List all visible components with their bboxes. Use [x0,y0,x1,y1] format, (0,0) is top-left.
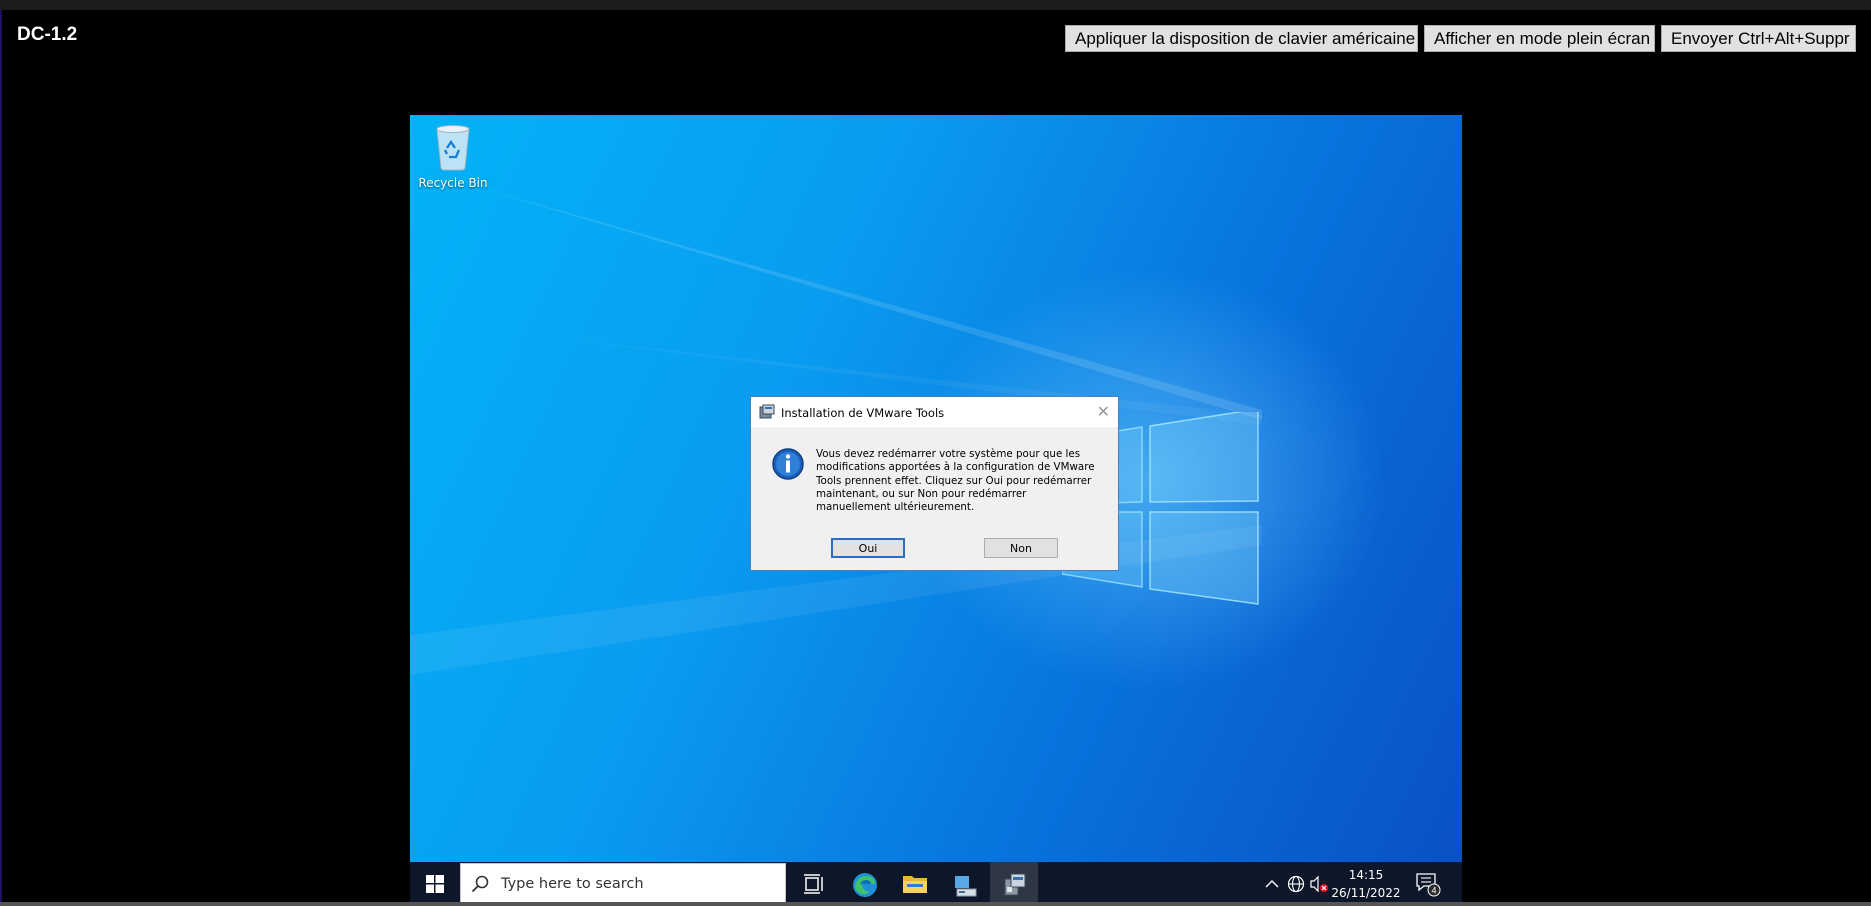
globe-network-icon [1287,875,1305,893]
dialog-titlebar[interactable]: Installation de VMware Tools ✕ [751,397,1118,427]
console-top-strip [0,0,1871,10]
search-icon [471,875,489,893]
fullscreen-button[interactable]: Afficher en mode plein écran [1424,25,1655,52]
chevron-up-icon [1265,880,1279,888]
info-icon [772,448,804,480]
file-explorer-icon [903,876,927,893]
edge-icon [853,873,877,897]
taskbar-vmware-tools-setup[interactable] [990,862,1038,906]
notification-count: 4 [1431,886,1436,896]
notification-icon: 4 [1416,873,1441,897]
windows-start-icon [426,875,444,893]
taskbar-file-explorer[interactable] [890,862,938,906]
vmware-tools-restart-dialog: Installation de VMware Tools ✕ Vous deve… [750,396,1119,571]
apply-us-keyboard-button[interactable]: Appliquer la disposition de clavier amér… [1065,25,1418,52]
task-view-button[interactable] [790,862,838,906]
console-bottom-border [0,902,1871,906]
search-placeholder: Type here to search [501,876,644,892]
vmware-setup-icon [759,404,775,419]
task-view-icon [804,874,823,894]
yes-button[interactable]: Oui [831,538,905,558]
server-manager-icon [955,876,977,897]
volume-tray-button[interactable] [1308,862,1330,906]
clock-time: 14:15 [1348,868,1384,882]
start-button[interactable] [410,862,460,906]
dialog-message: Vous devez redémarrer votre système pour… [816,448,1095,514]
clock-date: 26/11/2022 [1331,886,1401,900]
taskbar: Type here to search 14:15 26/11/2022 4 [410,862,1462,906]
vm-desktop[interactable]: Recycle Bin Installation de VMware Tools… [410,115,1462,906]
taskbar-edge[interactable] [840,862,888,906]
recycle-bin-icon [436,125,470,171]
no-button[interactable]: Non [984,538,1058,558]
action-center-button[interactable]: 4 [1410,862,1446,906]
console-title: DC-1.2 [17,24,78,45]
taskbar-clock[interactable]: 14:15 26/11/2022 [1330,866,1402,902]
close-icon[interactable]: ✕ [1097,402,1110,421]
recycle-bin-label: Recycle Bin [418,176,488,190]
desktop-icon-recycle-bin[interactable]: Recycle Bin [414,123,492,190]
dialog-title: Installation de VMware Tools [781,406,945,420]
show-hidden-icons-button[interactable] [1262,862,1282,906]
console-left-border [0,10,2,906]
network-tray-button[interactable] [1284,862,1308,906]
vmware-tools-setup-icon [1004,873,1026,896]
speaker-muted-icon [1310,875,1328,893]
taskbar-search-box[interactable]: Type here to search [460,863,786,904]
taskbar-server-manager[interactable] [940,862,988,906]
send-ctrl-alt-del-button[interactable]: Envoyer Ctrl+Alt+Suppr [1661,25,1856,52]
